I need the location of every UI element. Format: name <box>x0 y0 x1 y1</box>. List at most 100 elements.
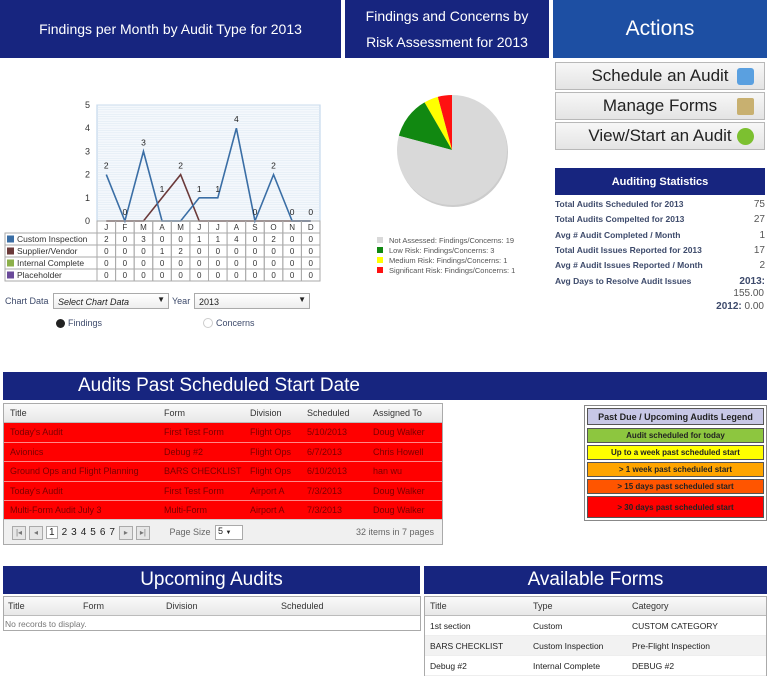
table-value: 0 <box>178 235 183 244</box>
column-header[interactable]: Type <box>533 601 553 611</box>
legend-swatch <box>377 237 383 243</box>
radio-findings-label: Findings <box>68 318 103 328</box>
stat-value: 2 <box>759 260 765 272</box>
table-cell: BARS CHECKLIST <box>430 640 504 651</box>
page-size-select[interactable]: 5 ▼ <box>215 525 243 540</box>
table-value: 0 <box>308 247 313 256</box>
page-link[interactable]: 5 <box>90 527 96 538</box>
chevron-down-icon: ▼ <box>225 530 232 536</box>
page-link[interactable]: 4 <box>81 527 87 538</box>
table-cell: CUSTOM CATEGORY <box>632 620 718 631</box>
data-label: 0 <box>123 207 128 217</box>
y-tick-label: 5 <box>85 100 90 110</box>
legend-item: > 15 days past scheduled start <box>587 479 764 494</box>
legend-label: Supplier/Vendor <box>17 246 78 256</box>
radio-selected-icon <box>56 318 65 328</box>
table-value: 0 <box>216 247 221 256</box>
table-row[interactable]: BARS CHECKLIST Custom Inspection Pre-Fligh… <box>425 636 766 656</box>
table-value: 0 <box>290 271 295 280</box>
table-cell: Doug Walker <box>373 427 425 438</box>
table-value: 0 <box>197 247 202 256</box>
table-value: 0 <box>160 271 165 280</box>
column-header[interactable]: Category <box>632 601 669 611</box>
table-cell: Multi-Form <box>164 505 207 516</box>
first-page-icon[interactable]: |◂ <box>12 525 26 540</box>
table-cell: Pre-Flight Inspection <box>632 640 710 651</box>
legend-item: Audit scheduled for today <box>587 428 764 443</box>
table-row[interactable]: Debug #2 Internal Complete DEBUG #2 <box>425 656 766 676</box>
stat-label: Total Audits Compelted for 2013 <box>555 214 685 225</box>
forms-icon <box>737 98 754 115</box>
table-cell: han wu <box>373 466 403 477</box>
table-value: 0 <box>160 259 165 268</box>
radio-concerns-label: Concerns <box>216 318 255 328</box>
page-link[interactable]: 1 <box>46 525 58 539</box>
column-header[interactable]: Scheduled <box>281 601 324 611</box>
forms-header: Available Forms <box>424 566 767 594</box>
year-select[interactable]: 2013 ▼ <box>194 293 310 309</box>
radio-concerns[interactable]: Concerns <box>203 318 255 328</box>
radio-findings[interactable]: Findings <box>56 318 102 328</box>
table-value: 0 <box>178 271 183 280</box>
view-start-an-auditbutton[interactable]: View/Start an Audit <box>555 122 765 150</box>
column-header[interactable]: Scheduled <box>307 408 350 418</box>
data-label: 0 <box>290 207 295 217</box>
button-label: View/Start an Audit <box>588 126 732 145</box>
stat-value: 17 <box>753 244 765 256</box>
table-cell: Debug #2 <box>164 446 204 457</box>
stat-label: Total Audits Scheduled for 2013 <box>555 199 684 209</box>
legend-swatch <box>7 271 14 279</box>
column-header[interactable]: Title <box>8 601 25 611</box>
x-tick-label: N <box>289 223 295 232</box>
table-cell: Custom Inspection <box>533 640 604 651</box>
column-header[interactable]: Form <box>83 601 104 611</box>
next-page-icon[interactable]: ▸ <box>118 525 133 540</box>
page-link[interactable]: 3 <box>71 527 77 538</box>
page-size-label: Page Size <box>169 526 211 537</box>
chart-data-select[interactable]: Select Chart Data ▼ <box>53 293 169 309</box>
legend-swatch <box>377 247 383 253</box>
table-row[interactable]: Ground Ops and Flight Planning BARS CHECK… <box>4 462 442 482</box>
table-value: 1 <box>160 247 165 256</box>
data-label: 1 <box>215 184 220 194</box>
column-header[interactable]: Title <box>430 601 447 611</box>
table-value: 0 <box>253 247 258 256</box>
pie-legend-item: Medium Risk: Findings/Concerns: 1 <box>377 256 515 266</box>
table-row[interactable]: 1st section Custom CUSTOM CATEGORY <box>425 616 766 636</box>
grid-header: Title Form Division Scheduled Assigned To <box>4 404 442 423</box>
table-row[interactable]: Today's Audit First Test Form Airport A 7/3… <box>4 481 442 501</box>
stat-label: Avg # Audit Completed / Month <box>555 229 681 240</box>
column-header[interactable]: Division <box>166 601 198 611</box>
page-link[interactable]: 7 <box>109 527 115 538</box>
column-header[interactable]: Division <box>250 408 282 418</box>
stat-row: Avg # Audit Completed / Month 1 <box>555 230 765 241</box>
table-value: 0 <box>123 259 128 268</box>
table-row[interactable]: Multi-Form Audit July 3 Multi-Form Airport… <box>4 501 442 521</box>
year-value: 2013 <box>199 297 220 307</box>
x-tick-label: J <box>216 223 220 232</box>
column-header[interactable]: Title <box>10 408 27 418</box>
empty-message: No records to display. <box>5 619 87 629</box>
manage-formsbutton[interactable]: Manage Forms <box>555 92 765 120</box>
table-row[interactable]: Avionics Debug #2 Flight Ops 6/7/2013 Chris … <box>4 442 442 462</box>
table-value: 0 <box>216 259 221 268</box>
stat-label: Avg # Audit Issues Reported / Month <box>555 260 703 271</box>
page-link[interactable]: 6 <box>100 527 106 538</box>
legend-swatch <box>377 267 383 273</box>
table-cell: 6/10/2013 <box>307 466 348 477</box>
table-cell: Flight Ops <box>250 446 292 457</box>
page-link[interactable]: 2 <box>62 527 68 538</box>
schedule-an-auditbutton[interactable]: Schedule an Audit <box>555 62 765 90</box>
table-value: 0 <box>234 259 239 268</box>
table-value: 0 <box>123 271 128 280</box>
risk-pie-chart <box>397 95 508 207</box>
table-row[interactable]: Today's Audit First Test Form Flight Ops 5/… <box>4 423 442 443</box>
table-cell: Doug Walker <box>373 505 425 516</box>
table-value: 0 <box>141 271 146 280</box>
y-tick-label: 4 <box>85 123 90 133</box>
pager: |◂ ◂ 1 2 3 4 5 6 7 ▸ ▸| Page Size 5 ▼ 32 items in … <box>4 519 442 544</box>
last-page-icon[interactable]: ▸| <box>135 525 150 540</box>
column-header[interactable]: Form <box>164 408 185 418</box>
prev-page-icon[interactable]: ◂ <box>29 525 43 540</box>
column-header[interactable]: Assigned To <box>373 408 422 418</box>
